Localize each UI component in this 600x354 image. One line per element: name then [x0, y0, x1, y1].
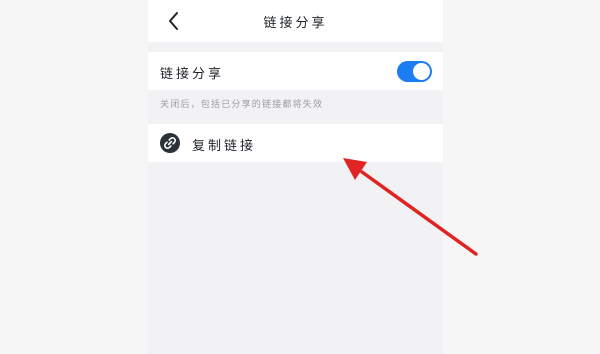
navigation-bar: 链接分享	[148, 0, 443, 42]
page-title: 链接分享	[263, 16, 328, 31]
copy-link-button[interactable]: 复制链接	[148, 124, 443, 162]
phone-screen: 链接分享 链接分享 关闭后，包括已分享的链接都将失效 复制链接	[148, 0, 443, 354]
link-icon	[160, 133, 180, 153]
copy-link-label: 复制链接	[192, 139, 257, 154]
link-share-label: 链接分享	[160, 67, 225, 82]
link-share-hint: 关闭后，包括已分享的链接都将失效	[160, 100, 324, 110]
link-share-setting-row: 链接分享	[148, 52, 443, 90]
toggle-knob	[413, 63, 430, 80]
link-share-toggle[interactable]	[397, 61, 432, 82]
